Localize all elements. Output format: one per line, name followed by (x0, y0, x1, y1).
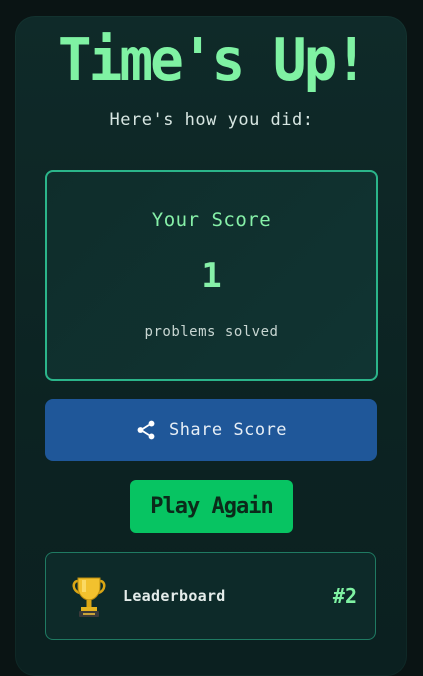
score-value: 1 (201, 256, 222, 296)
page-title: Time's Up! (57, 26, 368, 95)
leaderboard-label: Leaderboard (123, 587, 226, 605)
page-subtitle: Here's how you did: (109, 110, 314, 130)
leaderboard-card[interactable]: Leaderboard #2 (45, 552, 376, 640)
share-score-button[interactable]: Share Score (45, 399, 377, 461)
trophy-icon (72, 577, 106, 617)
score-caption: problems solved (144, 324, 279, 340)
score-label: Your Score (151, 209, 272, 231)
score-card: Your Score 1 problems solved (45, 170, 378, 381)
share-score-label: Share Score (168, 420, 288, 440)
leaderboard-rank: #2 (332, 584, 357, 608)
play-again-label: Play Again (150, 494, 273, 519)
share-icon (137, 420, 155, 440)
play-again-button[interactable]: Play Again (130, 480, 293, 533)
